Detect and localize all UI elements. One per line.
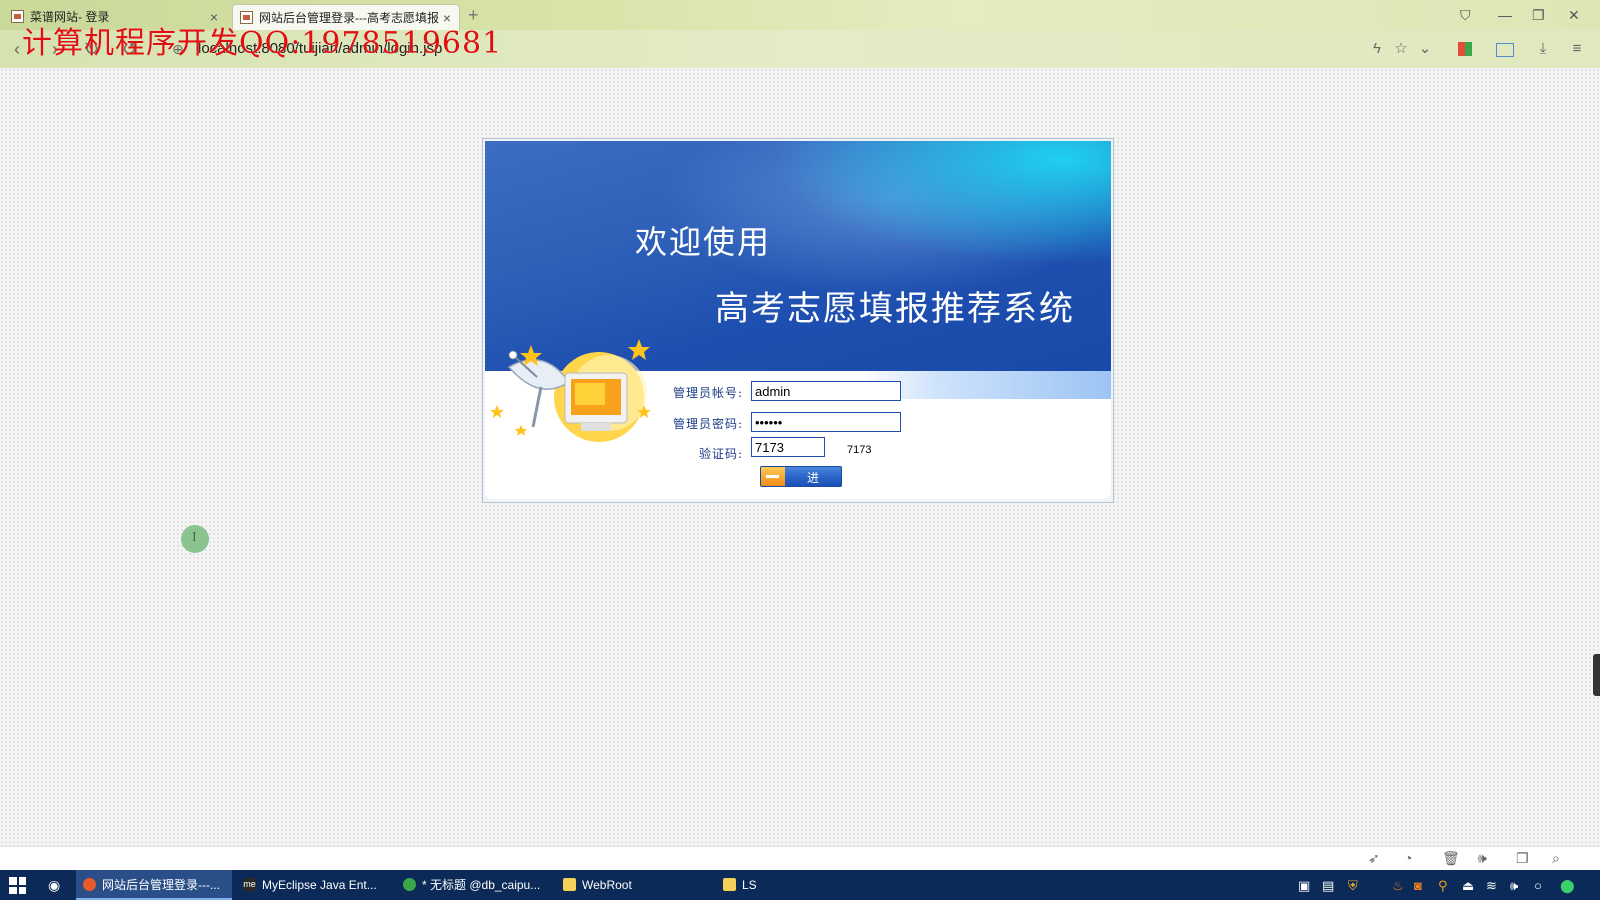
taskbar-app-browser[interactable]: 网站后台管理登录---... — [76, 870, 232, 900]
skin-icon[interactable]: ⛉ — [1460, 4, 1471, 26]
search-tray-icon[interactable]: ⚲ — [1438, 878, 1448, 894]
password-label: 管理员密码: — [672, 417, 743, 431]
zoom-icon[interactable]: ⌕ — [1552, 850, 1560, 867]
captcha-code: 7173 — [847, 444, 872, 456]
mouse-cursor-indicator — [181, 525, 209, 553]
navicat-icon — [403, 878, 416, 891]
shield-tray-icon[interactable]: ⛨ — [1348, 878, 1358, 894]
app-grid-icon[interactable] — [1458, 42, 1472, 56]
browser-status-bar: ➶ ◔ 🗑 🕪 ❐ ⌕ — [0, 846, 1600, 871]
browser-icon — [83, 878, 96, 891]
volume-tray-icon[interactable]: 🕪 — [1510, 878, 1518, 894]
minimize-icon[interactable]: — — [1498, 4, 1512, 26]
key-icon — [761, 467, 785, 486]
enter-button-label: 进 入 — [806, 471, 827, 502]
watermark-text: 计算机程序开发QQ:1978519681 — [22, 26, 503, 61]
restore-icon[interactable]: ❐ — [1532, 4, 1545, 26]
system-title: 高考志愿填报推荐系统 — [715, 289, 1075, 329]
username-input[interactable] — [751, 381, 901, 401]
taskbar-app-navicat[interactable]: * 无标题 @db_caipu... — [396, 870, 552, 900]
taskbar-app-label: MyEclipse Java Ent... — [262, 878, 377, 892]
windows-taskbar: ◉ 网站后台管理登录---... me MyEclipse Java Ent..… — [0, 870, 1600, 900]
wechat-tray-icon[interactable]: ⬤ — [1560, 878, 1575, 894]
star-icon[interactable]: ☆ — [1392, 40, 1410, 58]
login-panel: 欢迎使用 高考志愿填报推荐系统 管理员帐号: 管理员密码: 验证码 — [482, 138, 1114, 503]
wifi-tray-icon[interactable]: ≋ — [1486, 878, 1497, 894]
java-tray-icon[interactable]: ♨ — [1392, 878, 1404, 894]
captcha-input[interactable] — [751, 437, 825, 457]
taskbar-app-label: WebRoot — [582, 878, 632, 892]
usb-tray-icon[interactable]: ⏏ — [1462, 878, 1474, 894]
download-icon[interactable]: ⤓ — [1534, 40, 1552, 58]
satellite-computer-illustration — [490, 339, 651, 442]
username-label: 管理员帐号: — [672, 386, 743, 400]
taskbar-app-ls-folder[interactable]: LS — [716, 870, 872, 900]
menu-icon[interactable]: ≡ — [1568, 40, 1586, 58]
scrollbar-thumb[interactable] — [1593, 654, 1600, 696]
sound-icon[interactable]: 🕪 — [1478, 850, 1487, 867]
back-icon[interactable]: ‹ — [14, 38, 20, 60]
taskbar-app-label: LS — [742, 878, 757, 892]
captcha-label: 验证码: — [698, 447, 743, 461]
screenshot-icon[interactable] — [1496, 43, 1514, 57]
search-app-icon[interactable]: ◉ — [48, 877, 60, 894]
taskbar-app-label: * 无标题 @db_caipu... — [422, 878, 541, 892]
taskbar-app-myeclipse[interactable]: me MyEclipse Java Ent... — [236, 870, 392, 900]
speed-icon[interactable]: ◔ — [1404, 850, 1412, 866]
camera-tray-icon[interactable]: ▣ — [1298, 878, 1310, 894]
taskbar-app-label: 网站后台管理登录---... — [102, 878, 220, 892]
close-window-icon[interactable]: ✕ — [1568, 4, 1580, 26]
network-drive-tray-icon[interactable]: ▤ — [1322, 878, 1334, 894]
welcome-heading: 欢迎使用 — [635, 223, 772, 261]
trash-icon[interactable]: 🗑 — [1442, 850, 1460, 867]
password-input[interactable] — [751, 412, 901, 432]
enter-button[interactable]: 进 入 — [760, 466, 842, 502]
taskbar-app-webroot-folder[interactable]: WebRoot — [556, 870, 712, 900]
folder-icon — [563, 878, 576, 891]
window-icon[interactable]: ❐ — [1516, 850, 1529, 867]
rocket-icon[interactable]: ➶ — [1368, 850, 1380, 867]
myeclipse-icon: me — [243, 878, 256, 891]
chevron-down-icon[interactable]: ⌄ — [1416, 40, 1434, 58]
lightning-icon[interactable]: ϟ — [1368, 40, 1386, 58]
circle-tray-icon[interactable]: ○ — [1534, 878, 1542, 893]
folder-icon — [723, 878, 736, 891]
page-canvas: 欢迎使用 高考志愿填报推荐系统 管理员帐号: 管理员密码: 验证码 — [0, 68, 1600, 846]
windows-start-icon[interactable] — [9, 877, 26, 894]
app-tray-icon[interactable]: ◙ — [1414, 878, 1422, 893]
